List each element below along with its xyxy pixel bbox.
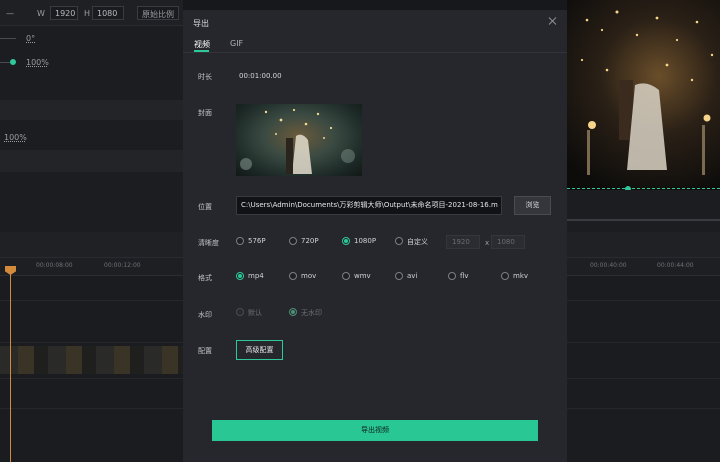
export-dialog: 导出 视频 GIF 时长 00:01:00.00 封面 位置 C:\Users\…	[183, 10, 567, 462]
height-input[interactable]: 1080	[92, 6, 124, 20]
preview-footer	[567, 190, 720, 232]
height-label: H	[84, 9, 91, 18]
export-video-button[interactable]: 导出视频	[212, 420, 538, 441]
format-wmv-radio[interactable]	[342, 272, 350, 280]
resolution-1080p-label[interactable]: 1080P	[354, 237, 376, 245]
format-avi-radio[interactable]	[395, 272, 403, 280]
resolution-720p-radio[interactable]	[289, 237, 297, 245]
resolution-custom-label[interactable]: 自定义	[407, 237, 428, 247]
format-wmv-label[interactable]: wmv	[354, 272, 371, 280]
format-flv-label[interactable]: flv	[460, 272, 469, 280]
width-label: W	[37, 9, 45, 18]
rotation-slider[interactable]	[0, 38, 16, 39]
format-label: 格式	[198, 274, 212, 282]
preview-canvas	[567, 0, 720, 190]
watermark-none-radio[interactable]	[289, 308, 297, 316]
tab-video[interactable]: 视频	[194, 39, 210, 50]
original-ratio-button[interactable]: 原始比例	[137, 6, 179, 20]
format-avi-label[interactable]: avi	[407, 272, 417, 280]
opacity-value[interactable]: 100%	[26, 58, 49, 67]
watermark-default-label[interactable]: 默认	[248, 308, 262, 318]
preview-scrollbar[interactable]	[567, 219, 720, 221]
format-mkv-label[interactable]: mkv	[513, 272, 528, 280]
resolution-576p-label[interactable]: 576P	[248, 237, 266, 245]
scale-value[interactable]: 100%	[4, 133, 27, 142]
resolution-720p-label[interactable]: 720P	[301, 237, 319, 245]
preview-image	[580, 10, 714, 175]
resolution-1080p-radio[interactable]	[342, 237, 350, 245]
preview-guide-line	[567, 188, 720, 189]
format-mov-radio[interactable]	[289, 272, 297, 280]
size-row: — W 1920 H 1080 原始比例	[0, 0, 183, 26]
format-mkv-radio[interactable]	[501, 272, 509, 280]
video-clip[interactable]	[0, 346, 183, 374]
resolution-576p-radio[interactable]	[236, 237, 244, 245]
panel-section	[0, 100, 183, 120]
advanced-settings-button[interactable]: 高级配置	[236, 340, 283, 360]
cover-label: 封面	[198, 109, 212, 117]
config-label: 配置	[198, 347, 212, 355]
ruler-tick: 00:00:44:00	[657, 262, 694, 269]
playhead-line[interactable]	[10, 266, 11, 462]
x-field-fragment: —	[6, 9, 14, 18]
cover-thumbnail[interactable]	[236, 104, 362, 176]
close-icon[interactable]	[547, 15, 559, 27]
custom-width-input[interactable]: 1920	[446, 235, 480, 249]
format-flv-radio[interactable]	[448, 272, 456, 280]
tab-divider	[183, 52, 567, 53]
custom-size-separator: x	[485, 239, 490, 247]
custom-height-input[interactable]: 1080	[491, 235, 525, 249]
panel-section	[0, 150, 183, 172]
resolution-custom-radio[interactable]	[395, 237, 403, 245]
cover-image	[240, 108, 355, 174]
watermark-default-radio[interactable]	[236, 308, 244, 316]
resolution-label: 清晰度	[198, 239, 219, 247]
format-mp4-label[interactable]: mp4	[248, 272, 264, 280]
ruler-tick: 00:00:08:00	[36, 262, 73, 269]
ruler-tick: 00:00:40:00	[590, 262, 627, 269]
format-mp4-radio[interactable]	[236, 272, 244, 280]
opacity-slider-handle[interactable]	[10, 59, 16, 65]
location-label: 位置	[198, 203, 212, 211]
watermark-label: 水印	[198, 311, 212, 319]
ruler-tick: 00:00:12:00	[104, 262, 141, 269]
format-mov-label[interactable]: mov	[301, 272, 316, 280]
rotation-value[interactable]: 0°	[26, 34, 35, 43]
duration-value: 00:01:00.00	[239, 72, 282, 80]
watermark-none-label[interactable]: 无水印	[301, 308, 322, 318]
output-path-input[interactable]: C:\Users\Admin\Documents\万彩剪辑大师\Output\未…	[236, 196, 502, 215]
tab-gif[interactable]: GIF	[230, 39, 243, 48]
width-input[interactable]: 1920	[50, 6, 78, 20]
browse-button[interactable]: 浏览	[514, 196, 551, 215]
dialog-title: 导出	[193, 19, 209, 28]
duration-label: 时长	[198, 73, 212, 81]
